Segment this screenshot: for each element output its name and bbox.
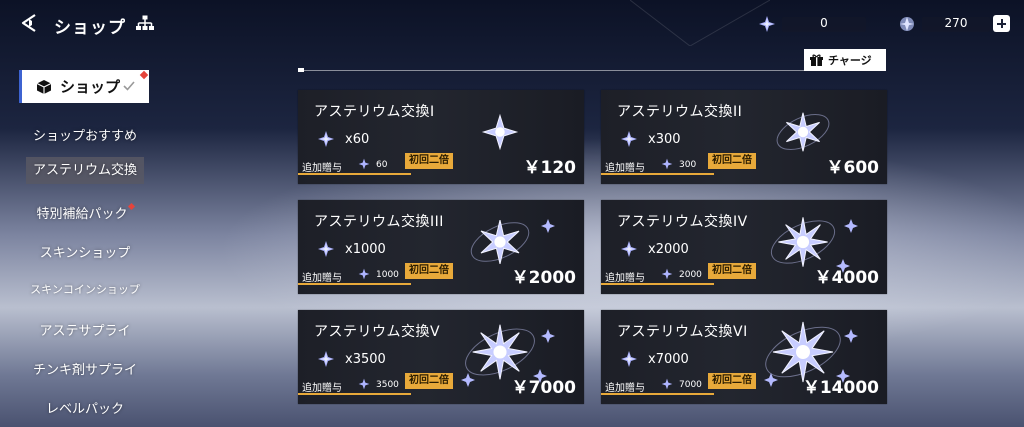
- first-purchase-badge: 初回二倍: [708, 153, 756, 169]
- first-purchase-badge: 初回二倍: [405, 263, 453, 279]
- new-badge-dot: [139, 70, 149, 80]
- sidebar-item-label: アステリウム交換: [32, 163, 137, 178]
- premium-amount: 270: [944, 16, 968, 30]
- price-button[interactable]: ￥2000: [512, 263, 576, 288]
- sidebar-item-label: アステサプライ: [39, 324, 131, 339]
- price-button[interactable]: ￥14000: [803, 373, 879, 398]
- bonus-label: 追加贈与: [302, 383, 342, 394]
- product-title: アステリウム交換II: [617, 104, 743, 120]
- product-title: アステリウム交換III: [314, 214, 444, 230]
- product-title: アステリウム交換IV: [617, 214, 748, 230]
- product-card[interactable]: アステリウム交換I x60 追加贈与 60 初回二倍 ￥120: [298, 90, 584, 184]
- page-title: ショップ: [54, 18, 126, 38]
- gift-icon: [810, 54, 823, 66]
- price-button[interactable]: ￥120: [524, 153, 577, 178]
- bonus-amount: 3500: [376, 380, 399, 390]
- bonus-label: 追加贈与: [302, 163, 342, 174]
- asterium-crystal-icon: [759, 16, 775, 32]
- sidebar-item-label: 特別補給パック: [36, 207, 128, 222]
- sidebar-item-asterium-exchange[interactable]: アステリウム交換: [26, 157, 144, 184]
- check-icon: [123, 81, 135, 91]
- asterium-crystal-icon: [318, 351, 334, 367]
- hierarchy-icon[interactable]: [136, 15, 154, 31]
- product-card[interactable]: アステリウム交換VI x7000 追加贈与 7000 初回二倍 ￥14000: [601, 310, 887, 404]
- asterium-crystal-icon: [661, 158, 673, 170]
- sidebar-item-label: スキンショップ: [39, 246, 131, 261]
- sidebar-item-label: レベルパック: [45, 402, 124, 417]
- decorative-lines: [630, 0, 770, 46]
- asterium-amount: 0: [820, 16, 828, 30]
- product-quantity: x1000: [345, 242, 386, 257]
- product-title: アステリウム交換I: [314, 104, 435, 120]
- bonus-amount: 2000: [679, 270, 702, 280]
- sidebar-item-level-pack[interactable]: レベルパック: [0, 398, 170, 417]
- asterium-crystal-icon: [661, 268, 673, 280]
- product-title: アステリウム交換VI: [617, 324, 748, 340]
- premium-currency: 270: [898, 15, 1013, 33]
- bonus-amount: 300: [679, 160, 697, 170]
- product-quantity: x3500: [345, 352, 386, 367]
- sidebar-item-recommended[interactable]: ショップおすすめ: [0, 125, 170, 144]
- sidebar-item-shop[interactable]: ショップ: [19, 70, 149, 103]
- charge-label: チャージ: [828, 54, 872, 67]
- sidebar-item-skin-shop[interactable]: スキンショップ: [0, 242, 170, 261]
- first-purchase-badge: 初回二倍: [405, 373, 453, 389]
- add-currency-button[interactable]: [993, 15, 1010, 32]
- price-button[interactable]: ￥4000: [815, 263, 879, 288]
- asterium-crystal-icon: [318, 131, 334, 147]
- asterium-currency: 0: [758, 15, 868, 33]
- sidebar-top-label: ショップ: [60, 78, 121, 96]
- asterium-crystal-icon: [358, 378, 370, 390]
- charge-button[interactable]: チャージ: [804, 49, 886, 71]
- bonus-underline: [298, 173, 411, 175]
- price-button[interactable]: ￥7000: [512, 373, 576, 398]
- sidebar-item-aste-supply[interactable]: アステサプライ: [0, 320, 170, 339]
- first-purchase-badge: 初回二倍: [708, 263, 756, 279]
- bonus-label: 追加贈与: [605, 273, 645, 284]
- product-quantity: x2000: [648, 242, 689, 257]
- asterium-crystal-icon: [661, 378, 673, 390]
- sidebar-item-skin-coin-shop[interactable]: スキンコインショップ: [0, 281, 170, 297]
- product-card[interactable]: アステリウム交換III x1000 追加贈与 1000 初回二倍 ￥2000: [298, 200, 584, 294]
- new-badge-dot: [127, 202, 135, 211]
- asterium-crystal-icon: [621, 351, 637, 367]
- product-title: アステリウム交換V: [314, 324, 441, 340]
- header-bar: ショップ 0 270: [0, 0, 1024, 50]
- bonus-amount: 60: [376, 160, 388, 170]
- asterium-crystal-icon: [621, 131, 637, 147]
- asterium-crystal-icon: [318, 241, 334, 257]
- asterium-crystal-icon: [358, 158, 370, 170]
- asterium-crystal-icon: [621, 241, 637, 257]
- bonus-label: 追加贈与: [302, 273, 342, 284]
- back-arrow-icon[interactable]: [18, 12, 40, 34]
- scroll-indicator[interactable]: [298, 68, 304, 72]
- bonus-underline: [601, 173, 714, 175]
- scroll-track: [298, 70, 886, 71]
- bonus-underline: [298, 393, 411, 395]
- asterium-crystal-icon: [358, 268, 370, 280]
- sidebar-item-special-pack[interactable]: 特別補給パック: [0, 202, 170, 222]
- bonus-amount: 1000: [376, 270, 399, 280]
- sidebar-item-tincture-supply[interactable]: チンキ剤サプライ: [0, 359, 170, 378]
- bonus-underline: [298, 283, 411, 285]
- sidebar-item-label: ショップおすすめ: [32, 129, 137, 144]
- bonus-amount: 7000: [679, 380, 702, 390]
- sidebar-item-label: チンキ剤サプライ: [32, 363, 137, 378]
- product-card[interactable]: アステリウム交換IV x2000 追加贈与 2000 初回二倍 ￥4000: [601, 200, 887, 294]
- product-quantity: x60: [345, 132, 370, 147]
- product-quantity: x7000: [648, 352, 689, 367]
- product-card[interactable]: アステリウム交換V x3500 追加贈与 3500 初回二倍 ￥7000: [298, 310, 584, 404]
- first-purchase-badge: 初回二倍: [405, 153, 453, 169]
- bonus-underline: [601, 283, 714, 285]
- sidebar-item-label: スキンコインショップ: [30, 283, 140, 296]
- product-quantity: x300: [648, 132, 681, 147]
- shop-box-icon: [36, 79, 52, 94]
- bonus-label: 追加贈与: [605, 163, 645, 174]
- first-purchase-badge: 初回二倍: [708, 373, 756, 389]
- bonus-underline: [601, 393, 714, 395]
- price-button[interactable]: ￥600: [827, 153, 880, 178]
- bonus-label: 追加贈与: [605, 383, 645, 394]
- premium-crystal-icon: [900, 17, 914, 31]
- product-card[interactable]: アステリウム交換II x300 追加贈与 300 初回二倍 ￥600: [601, 90, 887, 184]
